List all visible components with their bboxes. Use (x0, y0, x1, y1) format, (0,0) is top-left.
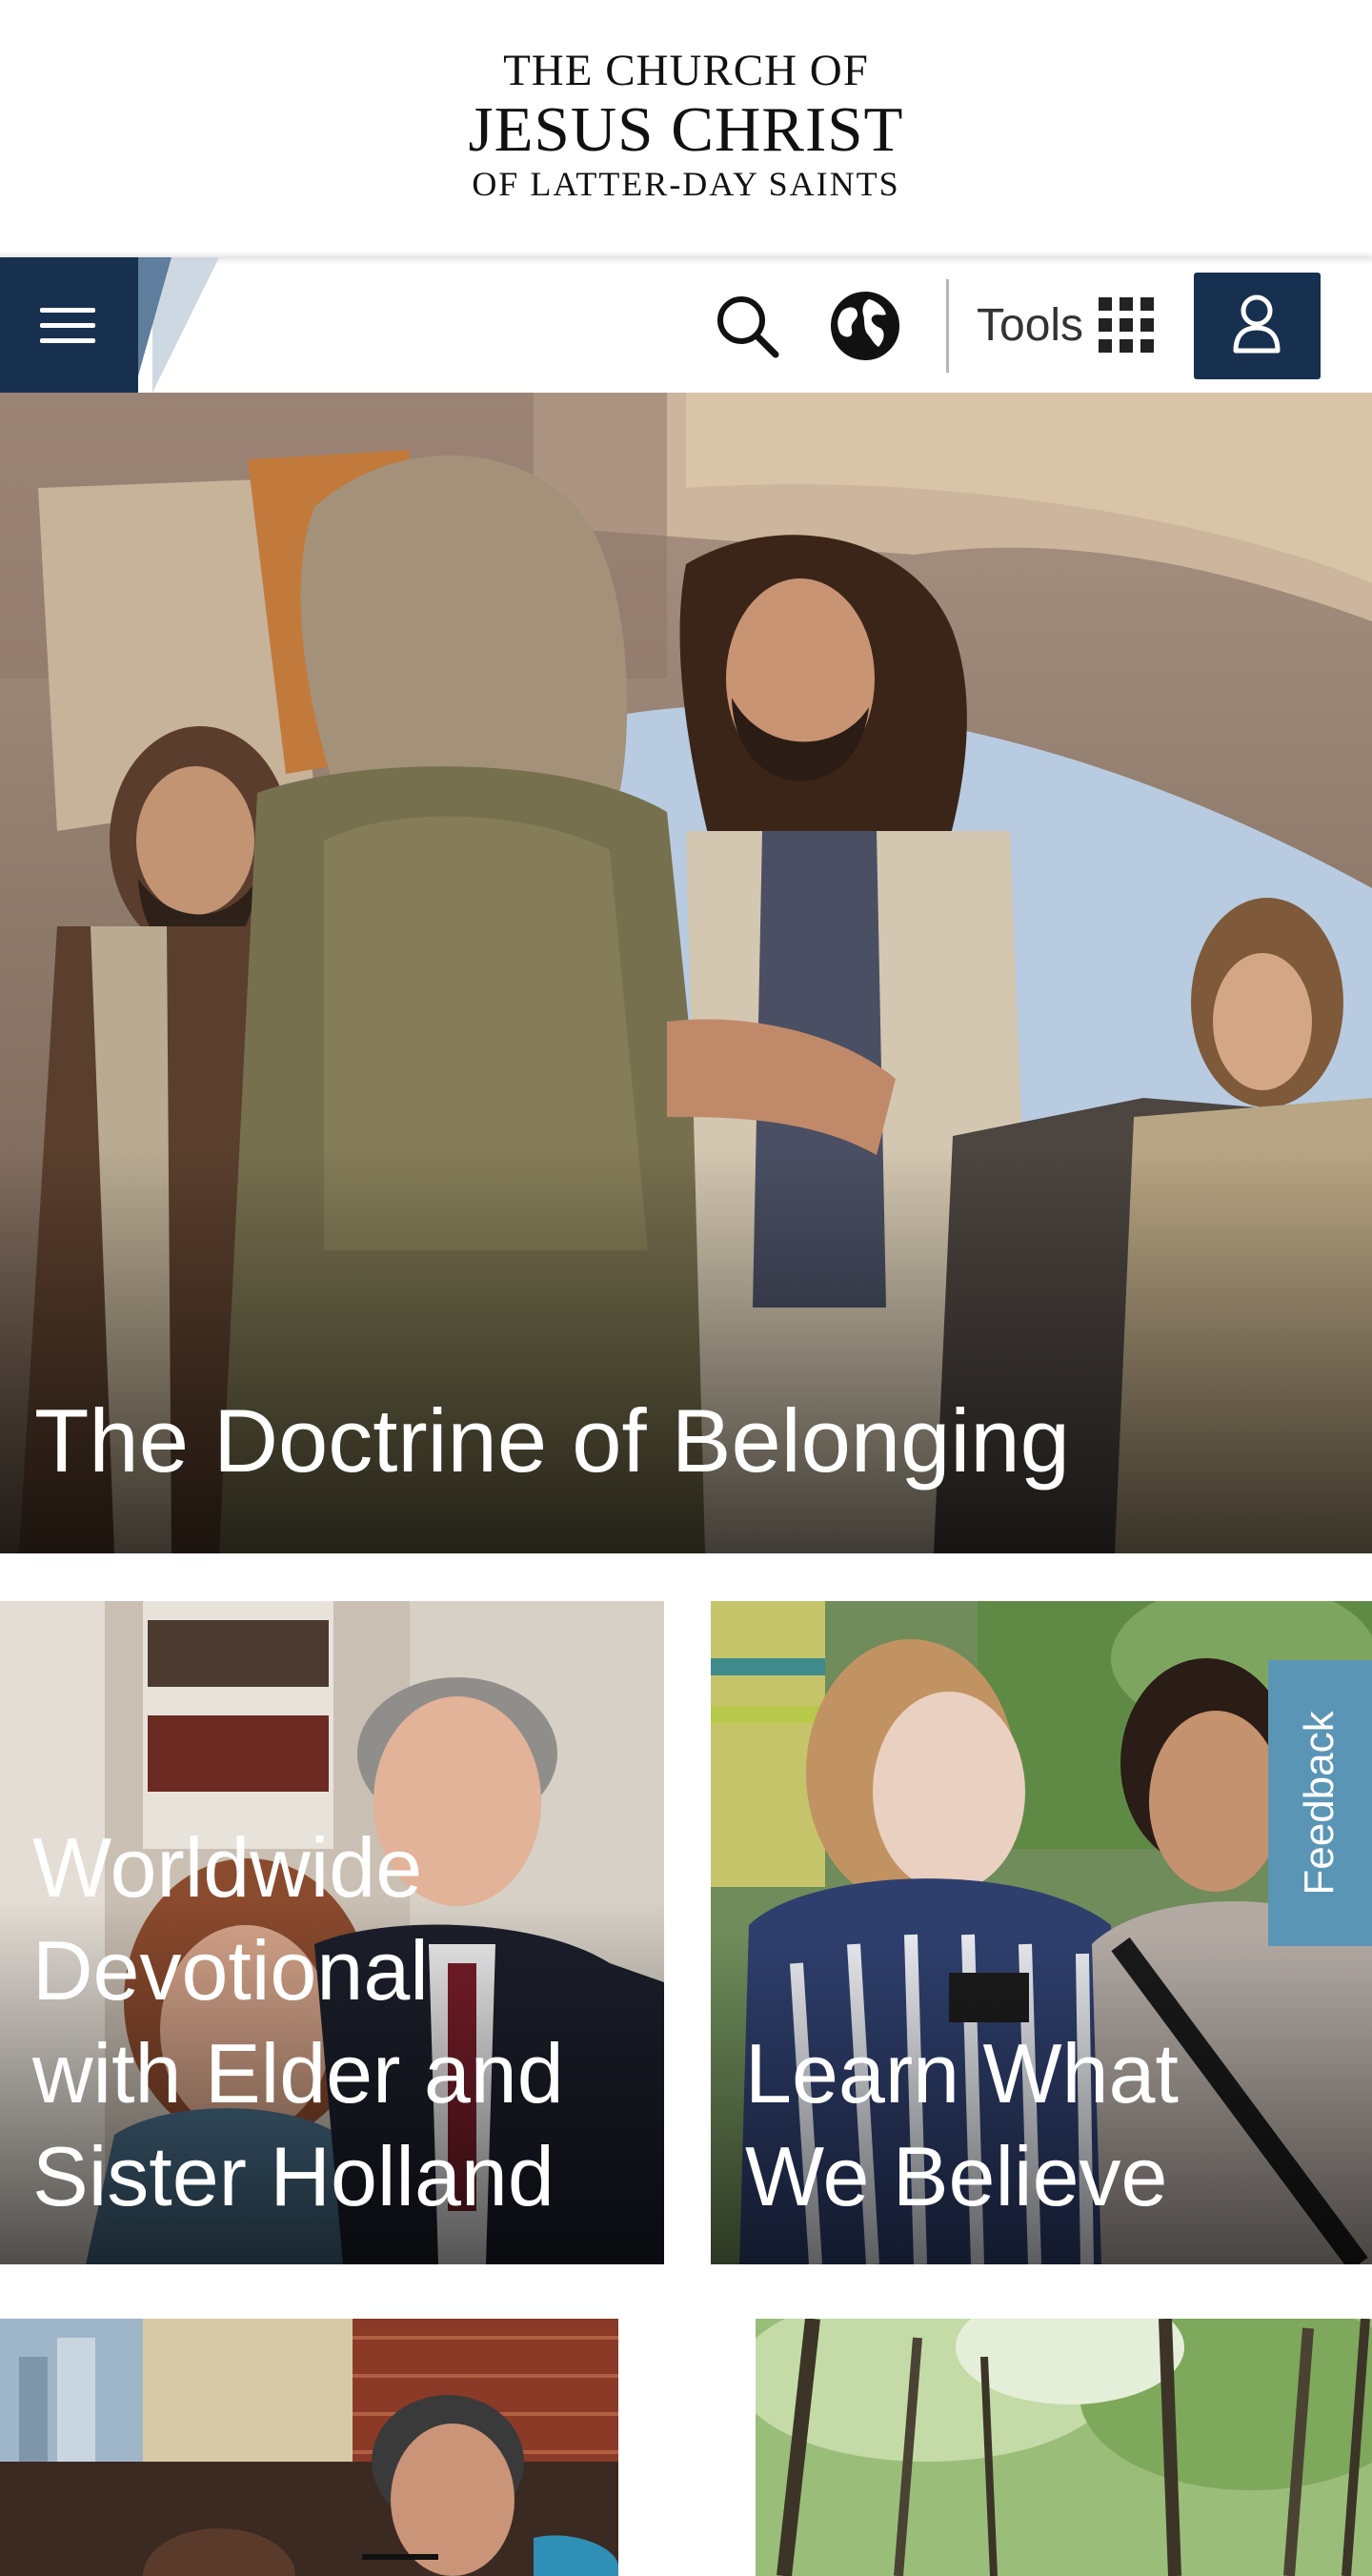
logo-line-2: JESUS CHRIST (468, 94, 904, 165)
hamburger-menu-icon (40, 308, 95, 313)
church-logo[interactable]: THE CHURCH OF JESUS CHRIST OF LATTER-DAY… (0, 46, 1372, 204)
user-icon (1233, 294, 1281, 354)
card-fourth[interactable] (756, 2319, 1372, 2576)
logo-line-1: THE CHURCH OF (503, 46, 869, 95)
hero-title[interactable]: The Doctrine of Belonging (34, 1389, 1070, 1492)
feedback-label: Feedback (1296, 1711, 1342, 1896)
logo-line-3: OF LATTER-DAY SAINTS (472, 165, 900, 203)
hamburger-menu-icon (40, 323, 95, 328)
tools-label: Tools (977, 300, 1084, 351)
menu-accent-dark (133, 257, 172, 393)
feedback-tab[interactable]: Feedback (1268, 1660, 1372, 1946)
card-image (756, 2319, 1372, 2576)
hero-feature[interactable] (0, 393, 1372, 1553)
navigation-bar (0, 257, 1372, 393)
globe-icon[interactable] (829, 290, 901, 362)
account-button[interactable] (1194, 273, 1321, 379)
grid-icon (1099, 297, 1156, 355)
card-third[interactable] (0, 2319, 618, 2576)
card-title: Learn What We Believe (745, 2026, 1179, 2223)
tools-button[interactable]: Tools (977, 286, 1158, 366)
menu-button[interactable] (0, 257, 138, 393)
site-header: THE CHURCH OF JESUS CHRIST OF LATTER-DAY… (0, 0, 1372, 255)
search-icon[interactable] (713, 292, 781, 360)
nav-separator (946, 279, 949, 373)
hero-image (0, 393, 1372, 1553)
card-worldwide-devotional[interactable]: Worldwide Devotional with Elder and Sist… (0, 1601, 664, 2264)
card-image (0, 2319, 618, 2576)
card-title: Worldwide Devotional with Elder and Sist… (32, 1820, 564, 2223)
menu-area (0, 257, 219, 393)
hamburger-menu-icon (40, 338, 95, 343)
